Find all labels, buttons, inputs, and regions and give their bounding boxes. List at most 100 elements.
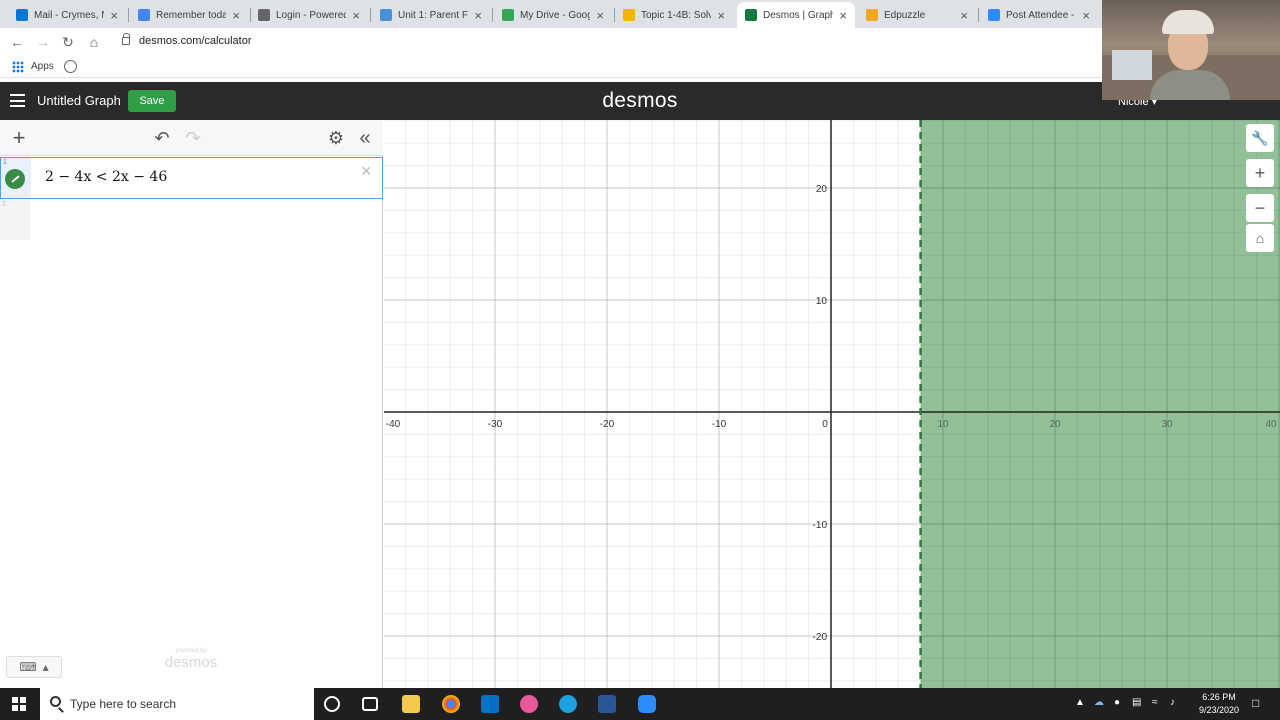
apps-bookmark[interactable]: Apps <box>31 61 54 72</box>
redo-icon[interactable]: ↷ <box>182 127 204 149</box>
x-tick-label: -30 <box>488 419 503 430</box>
desmos-header: Untitled Graph Save desmos Nicole ▾ <box>0 82 1280 120</box>
taskbar-search-box[interactable]: Type here to search <box>40 688 314 720</box>
word-icon[interactable] <box>598 695 616 713</box>
windows-start-icon[interactable] <box>12 697 26 711</box>
close-tab-icon[interactable]: × <box>1082 8 1090 23</box>
clock-time: 6:26 PM <box>1202 692 1236 702</box>
x-tick-label: 40 <box>1265 419 1277 430</box>
network-icon[interactable]: ▤ <box>1132 697 1141 708</box>
bookmarks-bar: Apps <box>0 56 1280 78</box>
chrome-icon[interactable] <box>442 695 460 713</box>
browser-tab[interactable]: Post Attendee - × <box>980 2 1098 28</box>
tab-favicon-icon <box>502 9 514 21</box>
cortana-icon[interactable] <box>324 696 340 712</box>
expression-index: 2 <box>2 201 6 208</box>
close-tab-icon[interactable]: × <box>352 8 360 23</box>
graph-paper[interactable]: -40 -30 -20 -10 0 10 20 30 40 20 10 -10 -20 🔧 + − ⌂ <box>384 120 1280 688</box>
x-tick-label: -40 <box>386 419 401 430</box>
default-viewport-home-icon[interactable]: ⌂ <box>1246 224 1274 252</box>
microphone-icon[interactable]: ● <box>1114 697 1120 708</box>
edge-icon[interactable] <box>559 695 577 713</box>
file-explorer-icon[interactable] <box>402 695 420 713</box>
tab-favicon-icon <box>866 9 878 21</box>
browser-tab[interactable]: Remember toda × <box>130 2 248 28</box>
tab-title: Login - Powered <box>276 9 347 21</box>
search-icon <box>50 696 61 707</box>
expression-color-icon[interactable] <box>5 169 25 189</box>
notifications-icon[interactable]: □ <box>1252 696 1259 710</box>
zoom-out-icon[interactable]: − <box>1246 194 1274 222</box>
solution-shaded-region <box>920 120 1280 688</box>
close-tab-icon[interactable]: × <box>960 8 968 23</box>
tab-title: Remember toda <box>156 9 227 21</box>
x-tick-label: -10 <box>712 419 727 430</box>
expression-panel: + ↶ ↷ ⚙ « 1 2 − 4x < 2x − 46 × 2 ⌨ ▴ pow… <box>0 120 383 688</box>
undo-icon[interactable]: ↶ <box>151 127 173 149</box>
zoom-app-icon[interactable] <box>638 695 656 713</box>
close-tab-icon[interactable]: × <box>596 8 604 23</box>
tab-title: Topic 1-4B: Solv <box>641 9 712 21</box>
forward-icon[interactable]: → <box>33 32 53 52</box>
close-tab-icon[interactable]: × <box>474 8 482 23</box>
browser-tab[interactable]: Mail - Crymes, N × <box>8 2 126 28</box>
tab-title: My Drive - Goog <box>520 9 591 21</box>
address-bar[interactable]: desmos.com/calculator <box>139 35 252 47</box>
empty-expression-row[interactable]: 2 <box>0 200 30 240</box>
powered-by-desmos: powered by desmos <box>160 648 222 671</box>
outlook-icon[interactable] <box>481 695 499 713</box>
graph-canvas[interactable]: -40 -30 -20 -10 0 10 20 30 40 20 10 -10 -20 <box>384 120 1280 688</box>
x-tick-label: 20 <box>1049 419 1061 430</box>
tab-favicon-icon <box>380 9 392 21</box>
browser-tab[interactable]: Topic 1-4B: Solv × <box>615 2 733 28</box>
tab-favicon-icon <box>16 9 28 21</box>
desmos-logo: desmos <box>602 89 678 112</box>
snip-sketch-icon[interactable] <box>520 695 538 713</box>
expression-row[interactable]: 1 2 − 4x < 2x − 46 × <box>0 157 383 199</box>
x-tick-label: 10 <box>937 419 949 430</box>
webcam-video-overlay <box>1102 0 1280 100</box>
y-tick-label: -10 <box>813 520 828 531</box>
lock-icon[interactable] <box>122 33 130 45</box>
browser-tab[interactable]: Unit 1: Parent Fu × <box>372 2 490 28</box>
reload-icon[interactable]: ↻ <box>58 32 78 52</box>
tab-title: Post Attendee - <box>1006 9 1075 21</box>
home-icon[interactable]: ⌂ <box>84 32 104 52</box>
delete-expression-icon[interactable]: × <box>361 161 372 182</box>
y-tick-label: -20 <box>813 632 828 643</box>
tab-favicon-icon <box>745 9 757 21</box>
back-icon[interactable]: ← <box>7 32 27 52</box>
clock-date: 9/23/2020 <box>1198 705 1240 715</box>
wifi-icon[interactable]: ≈ <box>1152 697 1158 708</box>
browser-tab[interactable]: Login - Powered × <box>250 2 368 28</box>
tab-favicon-icon <box>138 9 150 21</box>
x-tick-label: 30 <box>1161 419 1173 430</box>
close-tab-icon[interactable]: × <box>232 8 240 23</box>
taskbar-search-placeholder: Type here to search <box>70 697 177 711</box>
onedrive-icon[interactable]: ☁ <box>1094 697 1104 708</box>
add-item-icon[interactable]: + <box>8 125 30 150</box>
zoom-in-icon[interactable]: + <box>1246 159 1274 187</box>
settings-gear-icon[interactable]: ⚙ <box>325 127 347 149</box>
tab-title: Edpuzzle <box>884 9 926 21</box>
caret-up-icon: ▴ <box>42 660 49 674</box>
globe-icon[interactable] <box>64 60 77 73</box>
close-tab-icon[interactable]: × <box>717 8 725 23</box>
browser-tab[interactable]: Edpuzzle × <box>858 2 976 28</box>
browser-tab[interactable]: Desmos | Graph × <box>737 2 855 28</box>
apps-grid-icon[interactable] <box>12 61 24 73</box>
expression-input[interactable]: 2 − 4x < 2x − 46 <box>45 169 167 185</box>
volume-icon[interactable]: ♪ <box>1170 697 1175 708</box>
graph-settings-wrench-icon[interactable]: 🔧 <box>1246 124 1274 152</box>
browser-tab[interactable]: My Drive - Goog × <box>494 2 612 28</box>
taskbar-clock[interactable]: 6:26 PM 9/23/2020 <box>1190 691 1248 717</box>
keyboard-toggle-button[interactable]: ⌨ ▴ <box>6 656 62 678</box>
task-view-icon[interactable] <box>362 697 378 711</box>
tab-title: Desmos | Graph <box>763 9 834 21</box>
tab-favicon-icon <box>258 9 270 21</box>
windows-taskbar: Type here to search ▲ ☁ ● ▤ ≈ ♪ 6:26 PM … <box>0 688 1280 720</box>
close-tab-icon[interactable]: × <box>110 8 118 23</box>
close-tab-icon[interactable]: × <box>839 8 847 23</box>
collapse-panel-icon[interactable]: « <box>354 127 376 149</box>
show-hidden-icons-icon[interactable]: ▲ <box>1075 697 1085 708</box>
